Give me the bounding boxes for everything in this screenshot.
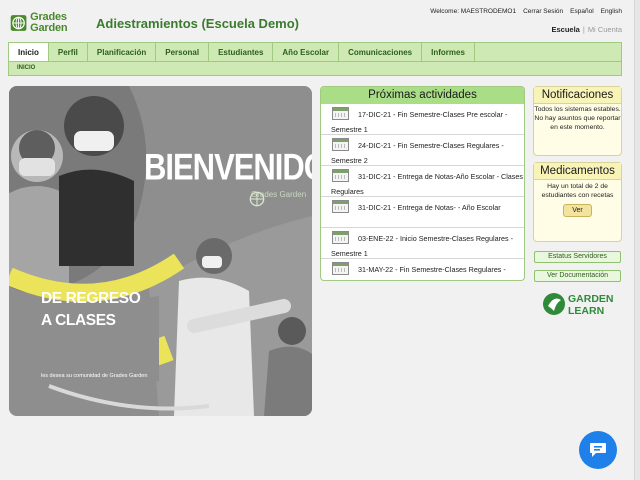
activity-item[interactable]: 03-ENE-22 - Inicio Semestre-Clases Regul…	[321, 228, 524, 259]
tab-estudiantes[interactable]: Estudiantes	[209, 43, 274, 61]
calendar-icon	[332, 169, 349, 182]
garden-learn-logo[interactable]: GARDEN LEARN	[542, 289, 622, 319]
tab-inicio[interactable]: Inicio	[9, 43, 49, 61]
language-spanish-link[interactable]: Español	[570, 8, 594, 15]
activity-text: 03-ENE-22 - Inicio Semestre-Clases Regul…	[331, 234, 513, 258]
documentation-button[interactable]: Ver Documentación	[534, 270, 621, 282]
medications-panel: Medicamentos Hay un total de 2 de estudi…	[533, 162, 622, 242]
notifications-title: Notificaciones	[534, 87, 621, 104]
medications-title: Medicamentos	[534, 163, 621, 180]
calendar-icon	[332, 262, 349, 275]
notifications-text: Todos los sistemas estables. No hay asun…	[534, 106, 621, 131]
calendar-icon	[332, 200, 349, 213]
separator: |	[582, 25, 585, 34]
page-title: Adiestramientos (Escuela Demo)	[96, 16, 300, 31]
tab-personal[interactable]: Personal	[156, 43, 210, 61]
tab-comunicaciones[interactable]: Comunicaciones	[339, 43, 423, 61]
grades-garden-logo[interactable]: Grades Garden	[10, 10, 85, 36]
scrollbar[interactable]	[634, 0, 640, 480]
activity-text: 17-DIC-21 - Fin Semestre-Clases Pre esco…	[331, 110, 508, 134]
tab-ano-escolar[interactable]: Año Escolar	[273, 43, 340, 61]
activity-text: 24-DIC-21 - Fin Semestre-Clases Regulare…	[331, 141, 504, 165]
notifications-panel: Notificaciones Todos los sistemas establ…	[533, 86, 622, 156]
activity-item[interactable]: 24-DIC-21 - Fin Semestre-Clases Regulare…	[321, 135, 524, 166]
banner-tagline: les desea su comunidad de Grades Garden	[41, 373, 148, 379]
banner-illustration	[9, 86, 312, 416]
calendar-icon	[332, 138, 349, 151]
banner-logo: Grades Garden	[249, 191, 306, 207]
garden-learn-line2: LEARN	[568, 305, 604, 317]
welcome-user: Welcome: MAESTRODEMO1	[430, 8, 517, 15]
my-account-link[interactable]: Mi Cuenta	[588, 25, 622, 34]
upcoming-activities-panel: Próximas actividades 17-DIC-21 - Fin Sem…	[320, 86, 525, 281]
tab-perfil[interactable]: Perfil	[49, 43, 88, 61]
language-english-link[interactable]: English	[601, 8, 622, 15]
logo-text: Grades Garden	[30, 11, 68, 34]
school-account-links: Escuela | Mi Cuenta	[552, 25, 623, 34]
activity-text: 31-MAY-22 - Fin Semestre-Clases Regulare…	[358, 265, 506, 274]
tab-planificacion[interactable]: Planificación	[88, 43, 157, 61]
logout-link[interactable]: Cerrar Sesión	[523, 8, 563, 15]
activity-item[interactable]: 17-DIC-21 - Fin Semestre-Clases Pre esco…	[321, 104, 524, 135]
breadcrumb: INICIO	[8, 62, 622, 76]
welcome-heading: BIENVENIDOS	[144, 146, 312, 188]
medications-text: Hay un total de 2 de estudiantes con rec…	[541, 183, 614, 199]
activity-text: 31-DIC-21 - Entrega de Notas- - Año Esco…	[358, 203, 501, 212]
calendar-icon	[332, 231, 349, 244]
tab-informes[interactable]: Informes	[422, 43, 475, 61]
view-medications-button[interactable]: Ver	[563, 204, 592, 217]
chat-button[interactable]	[579, 431, 617, 469]
server-status-button[interactable]: Estatus Servidores	[534, 251, 621, 263]
activity-text: 31-DIC-21 - Entrega de Notas-Año Escolar…	[331, 172, 523, 196]
top-links: Welcome: MAESTRODEMO1 Cerrar Sesión Espa…	[430, 8, 622, 15]
activity-item[interactable]: 31-DIC-21 - Entrega de Notas- - Año Esco…	[321, 197, 524, 228]
school-link[interactable]: Escuela	[552, 25, 580, 34]
chat-bubble-icon	[590, 443, 606, 457]
activity-item[interactable]: 31-MAY-22 - Fin Semestre-Clases Regulare…	[321, 259, 524, 280]
back-to-school-line1: DE REGRESO	[41, 290, 141, 307]
globe-logo-icon	[10, 15, 27, 31]
main-nav: Inicio Perfil Planificación Personal Est…	[8, 42, 622, 62]
welcome-banner: Grades Garden BIENVENIDOS DE REGRESO A C…	[9, 86, 312, 416]
activities-title: Próximas actividades	[321, 87, 524, 104]
garden-learn-line1: GARDEN	[568, 293, 614, 305]
globe-icon	[249, 191, 265, 207]
back-to-school-line2: A CLASES	[41, 312, 116, 329]
activity-item[interactable]: 31-DIC-21 - Entrega de Notas-Año Escolar…	[321, 166, 524, 197]
calendar-icon	[332, 107, 349, 120]
